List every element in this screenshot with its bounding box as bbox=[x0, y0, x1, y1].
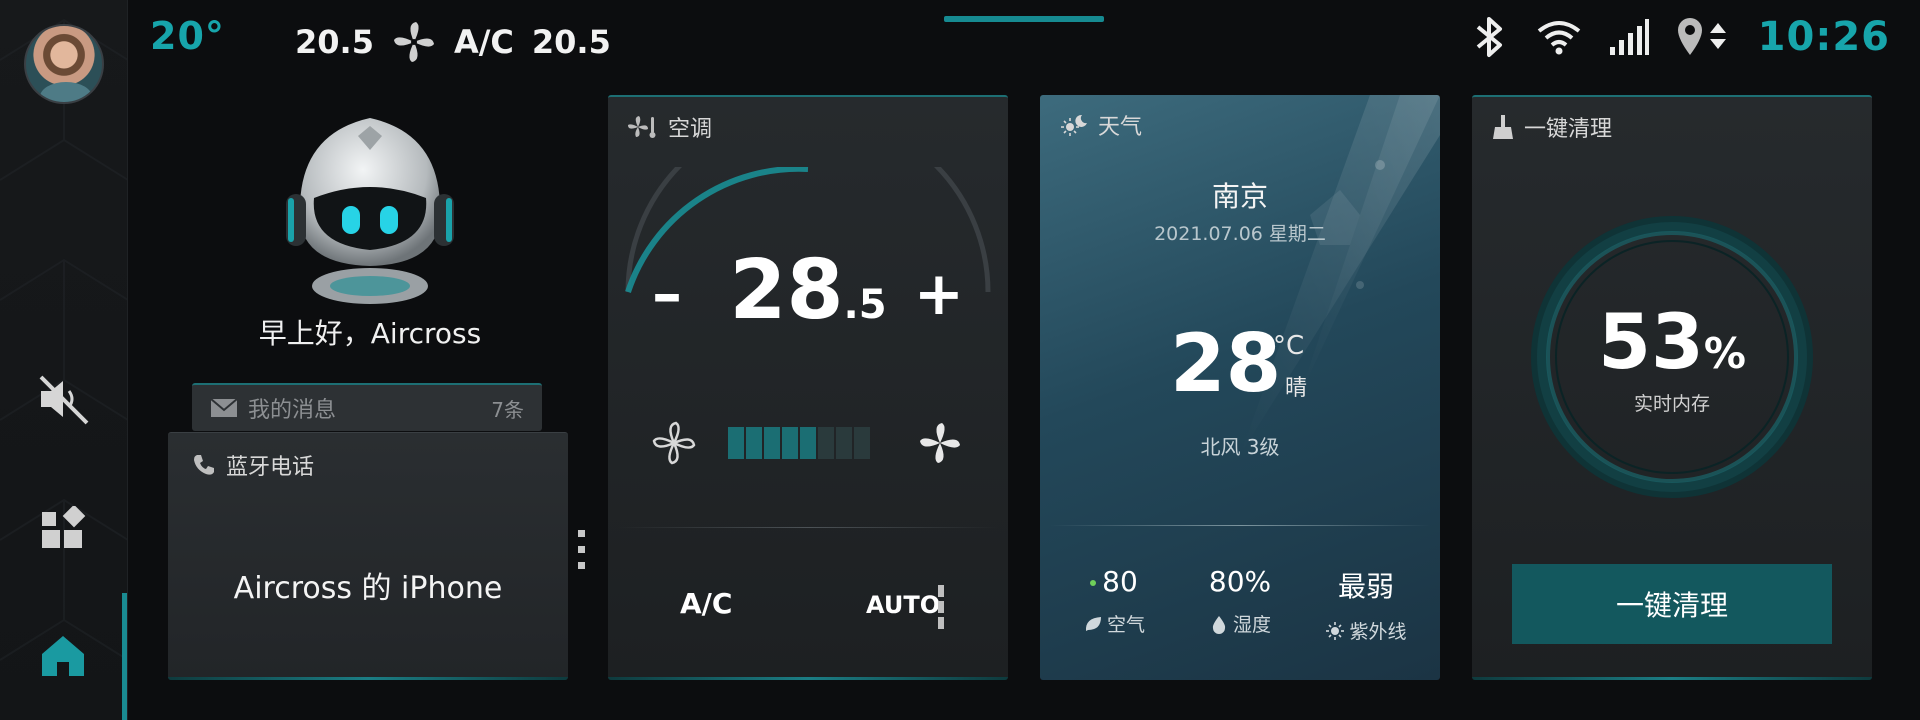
auto-mode-button[interactable]: AUTO bbox=[866, 591, 940, 619]
one-click-clean-button[interactable]: 一键清理 bbox=[1512, 564, 1832, 644]
memory-value: 53 bbox=[1598, 297, 1704, 386]
clean-card[interactable]: 一键清理 53% 实时内存 一键清理 bbox=[1472, 95, 1872, 680]
sun-icon bbox=[1326, 621, 1345, 640]
air-quality-stat: 80 空气 bbox=[1054, 565, 1174, 637]
fan-speed-segment[interactable] bbox=[818, 427, 834, 459]
air-quality-value: 80 bbox=[1102, 565, 1138, 598]
assistant-robot[interactable] bbox=[280, 114, 460, 304]
memory-unit: % bbox=[1703, 329, 1746, 378]
clock: 10:26 bbox=[1757, 14, 1890, 60]
location-icon bbox=[1677, 18, 1726, 55]
wifi-icon bbox=[1537, 21, 1580, 55]
active-nav-indicator bbox=[122, 593, 127, 720]
humidity-value: 80% bbox=[1208, 565, 1272, 598]
bluetooth-phone-card[interactable]: 蓝牙电话 Aircross 的 iPhone bbox=[168, 432, 568, 680]
fan-speed-bar[interactable] bbox=[728, 427, 870, 459]
weather-unit: °C bbox=[1273, 331, 1305, 361]
status-icons: 10:26 bbox=[1470, 14, 1890, 60]
climate-mode-label: A/C bbox=[453, 23, 514, 61]
mail-icon bbox=[210, 398, 238, 417]
air-quality-label: 空气 bbox=[1106, 614, 1145, 636]
pull-down-handle[interactable] bbox=[944, 16, 1104, 22]
weather-title: 天气 bbox=[1098, 115, 1143, 140]
mute-icon bbox=[39, 375, 89, 425]
air-quality-dot bbox=[1090, 580, 1097, 586]
fan-speed-segment[interactable] bbox=[836, 427, 852, 459]
weather-header: 天气 bbox=[1060, 109, 1142, 141]
card-bottom-glow bbox=[1472, 677, 1872, 680]
bluetooth-device-name: Aircross 的 iPhone bbox=[233, 571, 503, 606]
greeting-text: 早上好，Aircross bbox=[258, 317, 482, 350]
mute-button[interactable] bbox=[28, 364, 98, 434]
auto-level-indicator bbox=[938, 585, 944, 629]
broom-icon bbox=[1493, 115, 1513, 139]
fan-speed-segment[interactable] bbox=[800, 427, 816, 459]
humidity-stat: 80% 湿度 bbox=[1180, 565, 1300, 637]
humidity-label: 湿度 bbox=[1232, 614, 1271, 636]
weather-card[interactable]: 天气 南京 2021.07.06 星期二 28 °C 晴 北风 3级 80 空气… bbox=[1040, 95, 1440, 680]
ac-mode-button[interactable]: A/C bbox=[680, 587, 732, 620]
weather-temperature: 28 bbox=[1170, 317, 1282, 410]
messages-count: 7条 bbox=[491, 397, 524, 422]
weather-condition: 晴 bbox=[1285, 376, 1308, 401]
home-icon bbox=[42, 636, 84, 676]
bluetooth-phone-title: 蓝牙电话 bbox=[226, 455, 315, 480]
clean-title: 一键清理 bbox=[1524, 117, 1613, 142]
ac-temp-integer: 28 bbox=[729, 243, 844, 338]
weather-date: 2021.07.06 星期二 bbox=[1154, 223, 1326, 245]
uv-value: 最弱 bbox=[1337, 570, 1394, 603]
messages-card[interactable]: 我的消息 7条 bbox=[192, 383, 542, 431]
ac-card[interactable]: 空调 – 28.5 + A/C AUTO bbox=[608, 95, 1008, 680]
ac-header: 空调 bbox=[628, 111, 712, 143]
card-bottom-glow bbox=[168, 677, 568, 680]
signal-icon bbox=[1609, 19, 1649, 55]
sidebar bbox=[0, 0, 128, 720]
ac-title: 空调 bbox=[668, 117, 713, 142]
fan-icon bbox=[393, 22, 434, 62]
outside-temp: 20° bbox=[150, 14, 225, 58]
sidebar-pattern bbox=[0, 18, 127, 661]
divider bbox=[618, 527, 998, 528]
fan-speed-segment[interactable] bbox=[764, 427, 780, 459]
home-button[interactable] bbox=[28, 620, 98, 690]
memory-label: 实时内存 bbox=[1633, 393, 1710, 415]
fan-speed-segment[interactable] bbox=[854, 427, 870, 459]
weather-header-icon bbox=[1061, 114, 1087, 136]
phone-icon bbox=[194, 455, 214, 475]
fan-speed-segment[interactable] bbox=[728, 427, 744, 459]
uv-stat: 最弱 紫外线 bbox=[1306, 565, 1426, 644]
robot-icon bbox=[286, 118, 454, 304]
memory-usage: 53% bbox=[1472, 297, 1872, 386]
ac-temp-plus-button[interactable]: + bbox=[914, 259, 964, 329]
card-bottom-glow bbox=[608, 677, 1008, 680]
bluetooth-icon bbox=[1476, 17, 1502, 57]
fan-low-icon[interactable] bbox=[652, 421, 696, 465]
fan-speed-segment[interactable] bbox=[782, 427, 798, 459]
uv-label: 紫外线 bbox=[1349, 621, 1407, 643]
fan-speed-segment[interactable] bbox=[746, 427, 762, 459]
weather-wind: 北风 3级 bbox=[1200, 435, 1280, 459]
divider bbox=[1050, 525, 1430, 526]
climate-right-temp: 20.5 bbox=[531, 23, 611, 61]
messages-label: 我的消息 bbox=[248, 398, 337, 423]
ac-temp-decimal: .5 bbox=[843, 282, 887, 328]
clean-header: 一键清理 bbox=[1492, 111, 1612, 143]
avatar[interactable] bbox=[24, 24, 104, 104]
ac-icon bbox=[628, 116, 656, 138]
more-menu-handle[interactable] bbox=[578, 530, 586, 578]
weather-city: 南京 bbox=[1211, 180, 1268, 213]
climate-summary[interactable]: 20.5 A/C 20.5 bbox=[295, 20, 611, 64]
fan-high-icon[interactable] bbox=[918, 421, 962, 465]
apps-button[interactable] bbox=[28, 496, 98, 566]
climate-left-temp: 20.5 bbox=[295, 23, 374, 61]
droplet-icon bbox=[1212, 615, 1226, 634]
apps-icon bbox=[42, 506, 86, 548]
bluetooth-phone-header: 蓝牙电话 bbox=[192, 449, 314, 481]
leaf-icon bbox=[1085, 616, 1101, 631]
